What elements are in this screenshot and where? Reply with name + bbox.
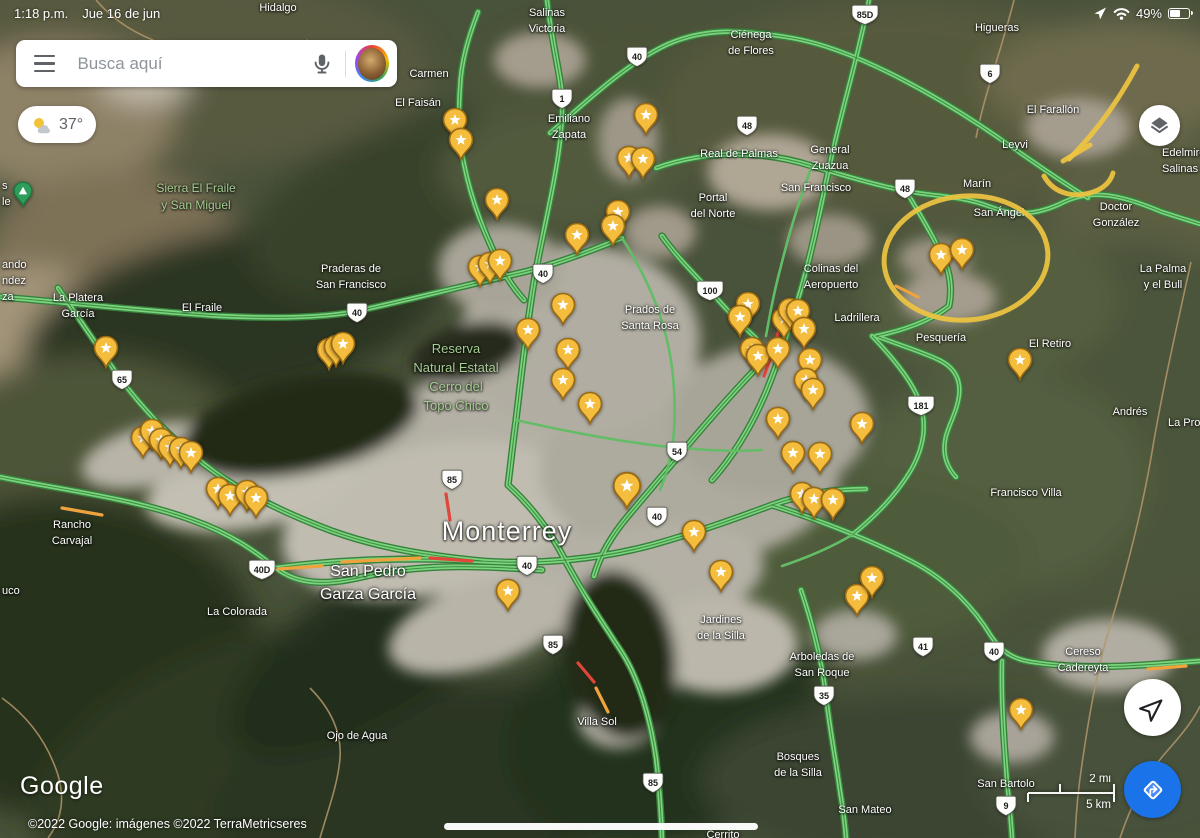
divider — [345, 51, 346, 77]
layers-button[interactable] — [1139, 105, 1180, 146]
battery-icon — [1168, 8, 1190, 19]
battery-percent: 49% — [1136, 6, 1162, 21]
partly-cloudy-icon — [31, 116, 52, 134]
google-logo: Google — [20, 772, 104, 801]
weather-chip[interactable]: 37° — [18, 106, 96, 143]
directions-diamond-icon — [1137, 774, 1169, 806]
scale-bar: 2 mi 5 km — [1026, 774, 1118, 810]
location-active-icon — [1093, 6, 1107, 20]
map-copyright: ©2022 Google: imágenes ©2022 TerraMetric… — [28, 817, 307, 831]
wifi-icon — [1113, 7, 1130, 20]
google-maps-screen: HidalgoSalinasVictoriaCiénegade FloresHi… — [0, 0, 1200, 838]
menu-icon[interactable] — [34, 55, 55, 73]
navigation-arrow-icon — [1138, 693, 1168, 723]
scale-km-label: 5 km — [1086, 799, 1111, 810]
temperature-label: 37° — [59, 116, 83, 134]
satellite-map-canvas[interactable] — [0, 0, 1200, 838]
status-bar: 1:18 p.m. Jue 16 de jun 49% — [0, 0, 1200, 24]
search-input[interactable] — [77, 54, 298, 74]
home-indicator[interactable] — [444, 823, 758, 830]
layers-icon — [1148, 114, 1171, 137]
scale-miles-label: 2 mi — [1089, 774, 1111, 785]
status-date: Jue 16 de jun — [82, 6, 160, 21]
directions-fab[interactable] — [1124, 761, 1181, 818]
search-bar[interactable] — [16, 40, 397, 87]
account-avatar[interactable] — [355, 45, 389, 82]
status-time: 1:18 p.m. — [14, 6, 68, 21]
mic-icon[interactable] — [308, 49, 336, 79]
navigation-button[interactable] — [1124, 679, 1181, 736]
